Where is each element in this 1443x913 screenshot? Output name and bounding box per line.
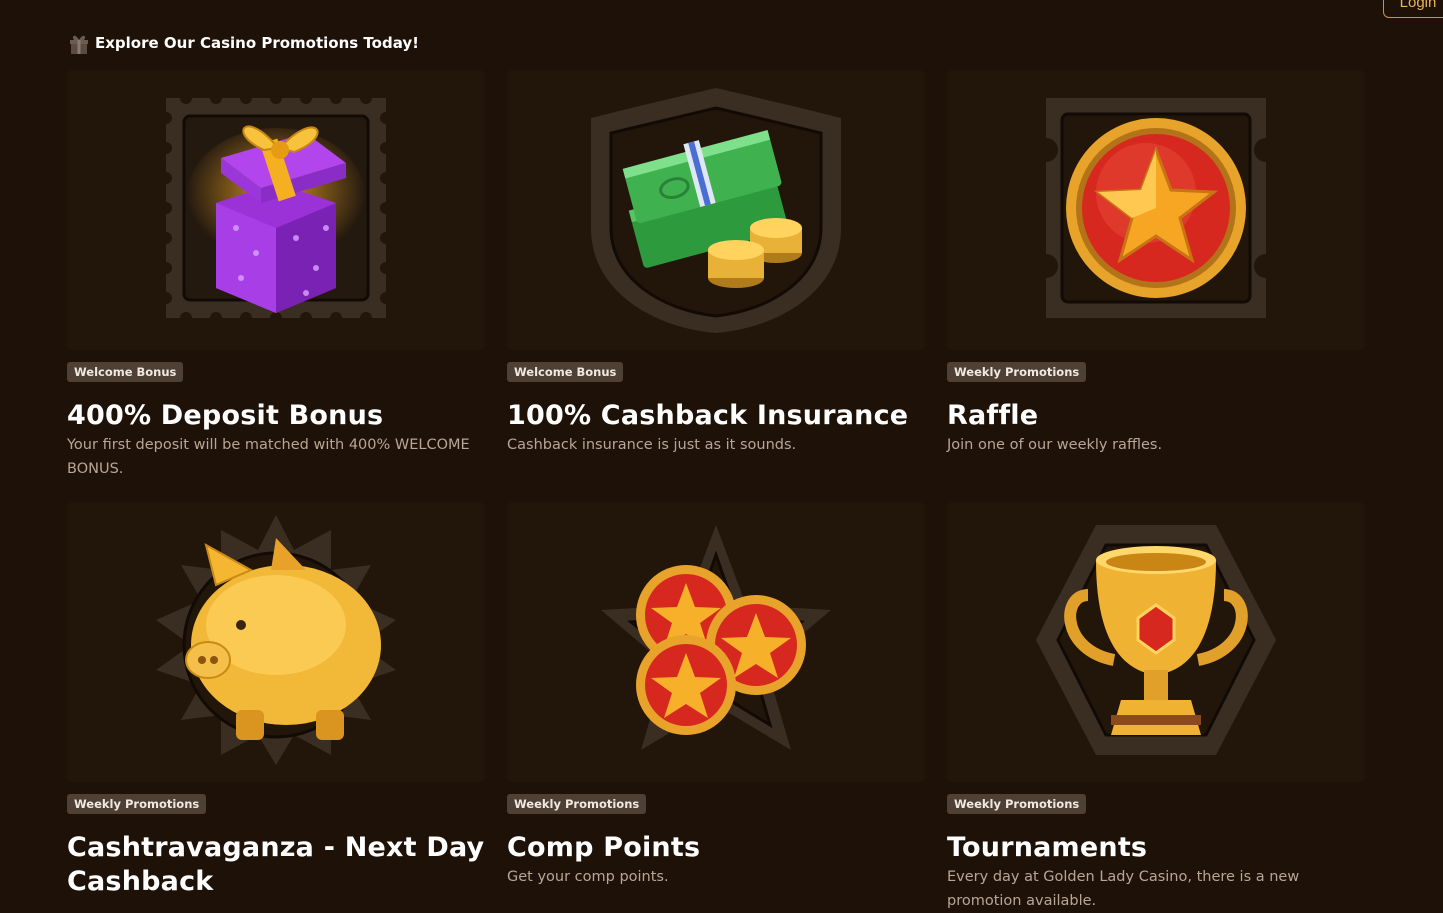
promo-badge: Welcome Bonus: [507, 362, 624, 382]
promo-title[interactable]: Cashtravaganza - Next Day Cashback: [67, 831, 485, 899]
promo-badge: Weekly Promotions: [507, 794, 647, 814]
promo-title[interactable]: Raffle: [947, 399, 1365, 433]
promo-title[interactable]: 400% Deposit Bonus: [67, 399, 485, 433]
promo-description: Your first deposit will be matched with …: [67, 437, 470, 477]
gift-icon: [69, 32, 89, 54]
promo-badge: Welcome Bonus: [67, 362, 184, 382]
section-title: Explore Our Casino Promotions Today!: [95, 34, 419, 52]
promo-image: [947, 70, 1365, 350]
promo-title[interactable]: Comp Points: [507, 831, 925, 865]
cash-coins-icon: [586, 78, 846, 342]
promo-description: Cashback insurance is just as it sounds.: [507, 437, 797, 453]
promo-title[interactable]: 100% Cashback Insurance: [507, 399, 925, 433]
promo-title[interactable]: Tournaments: [947, 831, 1365, 865]
promo-badge: Weekly Promotions: [67, 794, 207, 814]
promo-card-deposit-bonus[interactable]: Welcome Bonus 400% Deposit Bonus Your fi…: [67, 70, 485, 481]
star-coins-icon: [586, 510, 846, 774]
promo-card-comp-points[interactable]: Weekly Promotions Comp Points Get your c…: [507, 502, 925, 889]
promo-image: [947, 502, 1365, 782]
promo-image: [67, 70, 485, 350]
promo-card-raffle[interactable]: Weekly Promotions Raffle Join one of our…: [947, 70, 1365, 457]
section-header: Explore Our Casino Promotions Today!: [69, 31, 419, 55]
promo-badge: Weekly Promotions: [947, 794, 1087, 814]
promo-description: Join one of our weekly raffles.: [947, 437, 1163, 453]
promo-image: [507, 70, 925, 350]
login-button[interactable]: Login: [1383, 0, 1443, 18]
promo-badge: Weekly Promotions: [947, 362, 1087, 382]
promo-card-tournaments[interactable]: Weekly Promotions Tournaments Every day …: [947, 502, 1365, 913]
promo-card-cashback-insurance[interactable]: Welcome Bonus 100% Cashback Insurance Ca…: [507, 70, 925, 457]
promo-image: [67, 502, 485, 782]
promo-card-cashtravaganza[interactable]: Weekly Promotions Cashtravaganza - Next …: [67, 502, 485, 899]
trophy-icon: [1026, 510, 1286, 774]
promo-image: [507, 502, 925, 782]
promo-description: Every day at Golden Lady Casino, there i…: [947, 869, 1300, 909]
piggy-bank-icon: [146, 510, 406, 774]
promo-description: Get your comp points.: [507, 869, 669, 885]
gift-box-icon: [146, 78, 406, 342]
star-medal-icon: [1026, 78, 1286, 342]
